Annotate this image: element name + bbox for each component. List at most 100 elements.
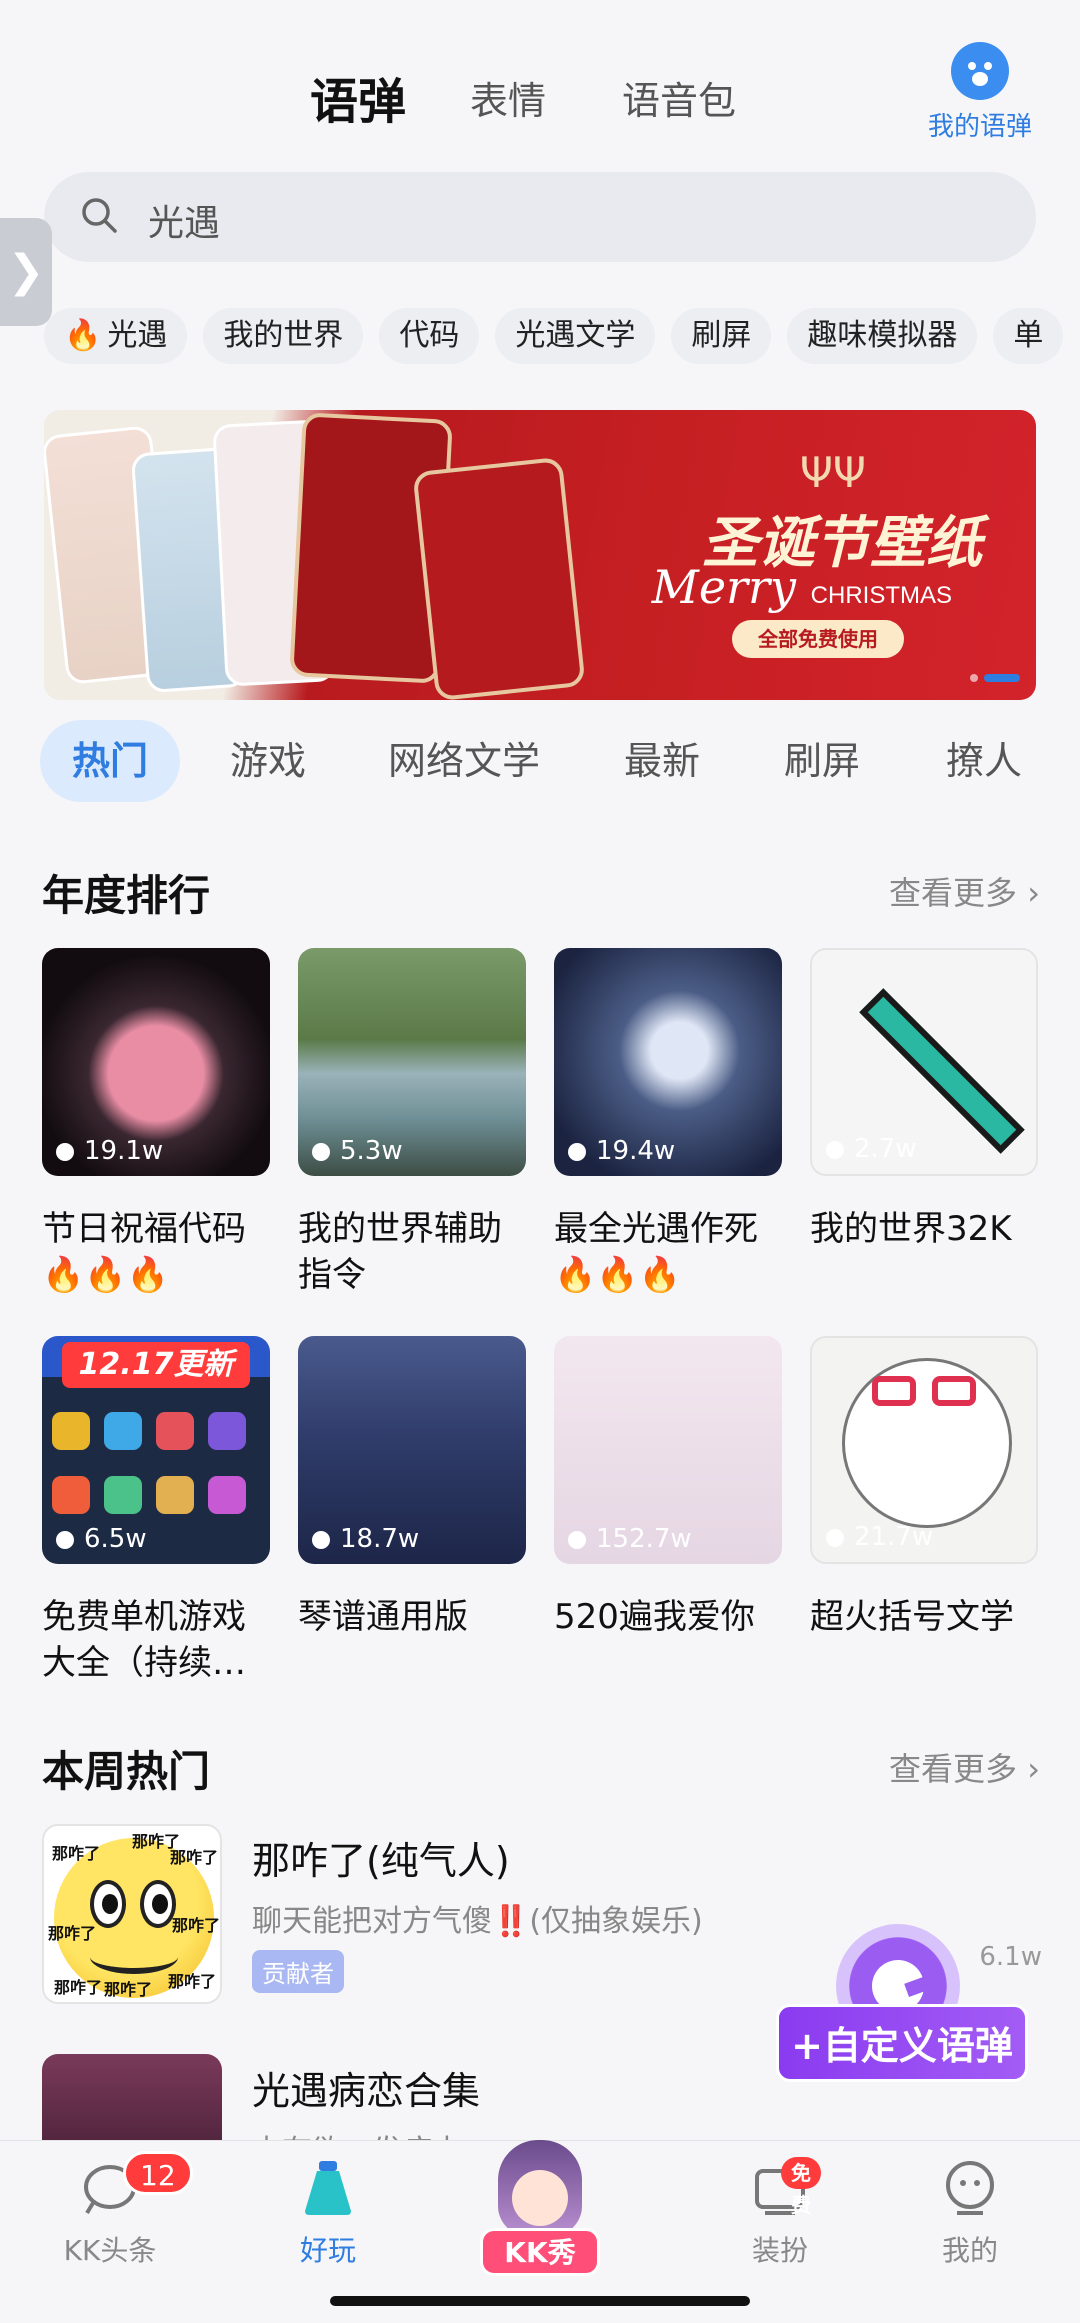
fire-icon: 🔥 (64, 318, 102, 353)
item-thumbnail: 152.7w (554, 1336, 782, 1564)
item-thumbnail: 18.7w (298, 1336, 526, 1564)
flask-icon (297, 2157, 359, 2219)
cat-tab-hot[interactable]: 热门 (40, 720, 181, 802)
grid-item[interactable]: 21.7w 超火括号文学 (810, 1336, 1038, 1640)
category-tabs: 热门 游戏 网络文学 最新 刷屏 撩人 (36, 720, 1080, 802)
item-description: 占有欲，发病中 (252, 2126, 462, 2140)
item-thumbnail: 那咋了 那咋了 那咋了 那咋了 那咋了 那咋了 那咋了 那咋了 (42, 1824, 222, 2004)
annual-more-link[interactable]: 查看更多 › (889, 868, 1040, 914)
kk-avatar-icon (498, 2140, 582, 2236)
notification-badge: 12 (123, 2151, 193, 2195)
my-yudan-label: 我的语弹 (927, 112, 1032, 142)
chip-label: 光遇 (107, 318, 168, 353)
nav-label: 我的 (941, 2234, 998, 2267)
item-thumbnail: 19.4w (554, 948, 782, 1176)
nav-dress-up[interactable]: 免费 装扮 (700, 2157, 860, 2269)
user-icon (312, 1531, 330, 1549)
item-name: 最全光遇作死🔥🔥🔥 (554, 1209, 758, 1295)
thumb-banner-text: 12.17更新 (62, 1342, 250, 1388)
cat-tab-spam[interactable]: 刷屏 (784, 720, 860, 802)
cat-tab-novels[interactable]: 网络文学 (388, 720, 540, 802)
use-count: 152.7w (568, 1524, 692, 1554)
nav-label: 好玩 (299, 2234, 356, 2267)
item-thumbnail: 12.17更新 6.5w (42, 1336, 270, 1564)
item-thumbnail (42, 2054, 222, 2140)
use-count: 6.1w (979, 1942, 1042, 1972)
chip[interactable]: 单 (993, 308, 1064, 364)
nav-label: KK头条 (63, 2234, 157, 2267)
annual-section-title: 年度排行 (42, 871, 211, 920)
yudan-face-icon (951, 42, 1009, 100)
user-icon (568, 1531, 586, 1549)
search-input[interactable]: 光遇 (44, 172, 1036, 262)
cat-tab-games[interactable]: 游戏 (230, 720, 306, 802)
item-name: 520遍我爱你 (554, 1597, 755, 1637)
grid-item[interactable]: 5.3w 我的世界辅助指令 (298, 948, 526, 1298)
home-indicator[interactable] (330, 2296, 750, 2306)
chip[interactable]: 光遇文学 (495, 308, 656, 364)
custom-yudan-button[interactable]: +自定义语弹 (776, 1924, 1028, 2082)
sword-icon (859, 988, 1025, 1154)
item-thumbnail: 19.1w (42, 948, 270, 1176)
promo-banner[interactable]: ΨΨ 圣诞节壁纸 Merry CHRISTMAS 全部免费使用 (44, 410, 1036, 700)
search-value: 光遇 (148, 203, 221, 244)
nav-fun[interactable]: 好玩 (248, 2157, 408, 2269)
item-thumbnail: 5.3w (298, 948, 526, 1176)
chip[interactable]: 代码 (379, 308, 480, 364)
use-count: 21.7w (826, 1522, 933, 1552)
free-badge: 免费 (781, 2157, 821, 2217)
grid-item[interactable]: 18.7w 琴谱通用版 (298, 1336, 526, 1640)
chip-hot[interactable]: 🔥 光遇 (44, 308, 188, 364)
item-thumbnail: 2.7w (810, 948, 1038, 1176)
banner-card (412, 456, 586, 700)
user-icon (312, 1143, 330, 1161)
top-tab-bar: 语弹 表情 语音包 (0, 60, 1080, 140)
nav-kk-news[interactable]: 12 KK头条 (30, 2151, 193, 2269)
meme-face (842, 1358, 1012, 1528)
grid-item[interactable]: 19.4w 最全光遇作死🔥🔥🔥 (554, 948, 782, 1298)
item-description: 聊天能把对方气傻‼️(仅抽象娱乐) (252, 1904, 703, 1939)
contributor-badge: 贡献者 (252, 1950, 344, 1993)
cat-tab-flirt[interactable]: 撩人 (946, 720, 1022, 802)
hot-search-chips: 🔥 光遇 我的世界 代码 光遇文学 刷屏 趣味模拟器单 (44, 308, 1080, 364)
user-icon (56, 1531, 74, 1549)
chip[interactable]: 刷屏 (671, 308, 772, 364)
use-count: 19.1w (56, 1136, 163, 1166)
cat-tab-newest[interactable]: 最新 (624, 720, 700, 802)
profile-face-icon (939, 2157, 1001, 2219)
grid-item[interactable]: 12.17更新 6.5w 免费单机游戏大全（持续… (42, 1336, 270, 1686)
weekly-section-title: 本周热门 (42, 1747, 211, 1796)
kk-show-label: KK秀 (480, 2228, 600, 2276)
use-count: 18.7w (312, 1524, 419, 1554)
banner-subtitle: Merry CHRISTMAS (651, 560, 952, 614)
item-name: 琴谱通用版 (298, 1597, 468, 1637)
grid-item[interactable]: 2.7w 我的世界32K (810, 948, 1038, 1252)
user-icon (568, 1143, 586, 1161)
item-name: 免费单机游戏大全（持续… (42, 1597, 246, 1683)
use-count: 19.4w (568, 1136, 675, 1166)
tab-yuyinbao[interactable]: 语音包 (622, 70, 736, 125)
item-name: 我的世界32K (810, 1209, 1012, 1249)
antlers-icon: ΨΨ (799, 448, 866, 497)
user-icon (826, 1529, 844, 1547)
nav-label: 装扮 (751, 2234, 808, 2267)
tab-biaoqing[interactable]: 表情 (470, 70, 546, 125)
item-name: 节日祝福代码🔥🔥🔥 (42, 1209, 246, 1295)
nav-mine[interactable]: 我的 (890, 2157, 1050, 2269)
use-count: 2.7w (826, 1134, 917, 1164)
grid-item[interactable]: 19.1w 节日祝福代码🔥🔥🔥 (42, 948, 270, 1298)
item-name: 超火括号文学 (810, 1597, 1014, 1637)
wardrobe-icon: 免费 (749, 2157, 821, 2219)
my-yudan-button[interactable]: 我的语弹 (920, 42, 1040, 143)
chip[interactable]: 我的世界 (203, 308, 364, 364)
banner-pager (964, 667, 1020, 686)
user-icon (826, 1141, 844, 1159)
grid-item[interactable]: 152.7w 520遍我爱你 (554, 1336, 782, 1640)
weekly-more-link[interactable]: 查看更多 › (889, 1744, 1040, 1790)
chat-bubble-icon: 12 (79, 2151, 193, 2219)
nav-kk-show[interactable]: KK秀 (470, 2140, 610, 2290)
banner-button[interactable]: 全部免费使用 (732, 620, 904, 658)
chip[interactable]: 趣味模拟器 (787, 308, 978, 364)
item-title: 光遇病恋合集 (252, 2069, 481, 2113)
tab-yudan[interactable]: 语弹 (310, 62, 406, 134)
